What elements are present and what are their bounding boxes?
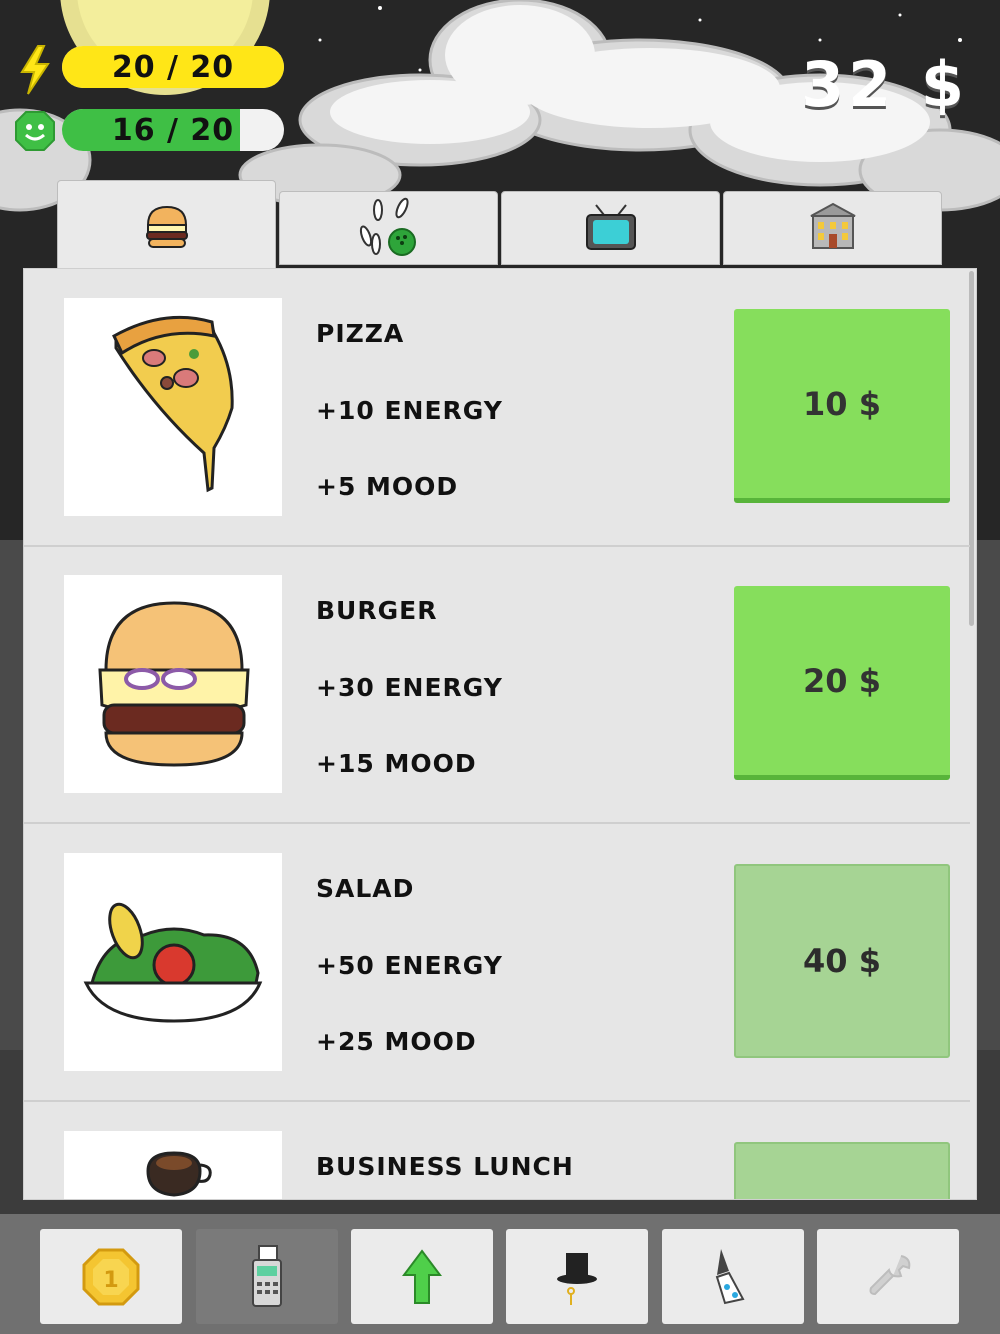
- payment-terminal-icon: [252, 1244, 282, 1307]
- item-image: [64, 1131, 282, 1199]
- item-mood: +5 MOOD: [316, 472, 459, 501]
- svg-text:1: 1: [103, 1268, 118, 1293]
- burger-icon: [98, 601, 250, 767]
- item-mood: +15 MOOD: [316, 749, 477, 778]
- list-item: SALAD +50 ENERGY +25 MOOD 40 $: [24, 824, 970, 1102]
- top-hat-icon: [557, 1252, 597, 1305]
- tab-property[interactable]: [723, 191, 942, 265]
- nav-style[interactable]: [506, 1229, 648, 1324]
- buy-button-business-lunch[interactable]: [734, 1142, 950, 1199]
- nav-shop[interactable]: [196, 1229, 338, 1324]
- mood-bar: 16 / 20: [62, 109, 284, 151]
- item-image: [64, 298, 282, 516]
- bank-icon: [810, 202, 855, 249]
- item-name: BUSINESS LUNCH: [316, 1152, 574, 1181]
- tv-icon: [585, 204, 636, 250]
- coffee-icon: [146, 1151, 212, 1197]
- energy-bar: 20 / 20: [62, 46, 284, 88]
- energy-icon: [18, 44, 52, 96]
- buy-button-burger[interactable]: 20 $: [734, 586, 950, 780]
- nav-settings[interactable]: [817, 1229, 959, 1324]
- wrench-icon: [869, 1254, 911, 1295]
- energy-value: 20 / 20: [111, 49, 235, 85]
- item-name: PIZZA: [316, 319, 405, 348]
- salad-icon: [83, 902, 263, 1023]
- item-name: BURGER: [316, 596, 438, 625]
- mood-icon: [14, 110, 56, 152]
- item-image: [64, 853, 282, 1071]
- item-energy: +30 ENERGY: [316, 673, 503, 702]
- nav-party[interactable]: [662, 1229, 804, 1324]
- list-item: PIZZA +10 ENERGY +5 MOOD 10 $: [24, 269, 970, 547]
- mood-value: 16 / 20: [111, 112, 235, 148]
- party-hat-icon: [715, 1248, 745, 1304]
- money-counter: 32 $: [800, 48, 968, 121]
- item-mood: +25 MOOD: [316, 1027, 477, 1056]
- burger-icon: [145, 205, 188, 248]
- tab-entertainment[interactable]: [279, 191, 498, 265]
- nav-upgrades[interactable]: [351, 1229, 493, 1324]
- shop-list[interactable]: PIZZA +10 ENERGY +5 MOOD 10 $ BURGER +30…: [23, 268, 977, 1200]
- tab-media[interactable]: [501, 191, 720, 265]
- coin-icon: 1: [82, 1248, 140, 1305]
- pizza-icon: [112, 315, 234, 493]
- buy-button-salad[interactable]: 40 $: [734, 864, 950, 1058]
- item-energy: +50 ENERGY: [316, 951, 503, 980]
- list-item: BUSINESS LUNCH: [24, 1102, 970, 1199]
- item-name: SALAD: [316, 874, 415, 903]
- item-image: [64, 575, 282, 793]
- bowling-icon: [359, 197, 416, 256]
- buy-button-pizza[interactable]: 10 $: [734, 309, 950, 503]
- tab-food[interactable]: [57, 180, 276, 272]
- nav-coins[interactable]: 1: [40, 1229, 182, 1324]
- arrow-up-icon: [402, 1248, 442, 1304]
- list-item: BURGER +30 ENERGY +15 MOOD 20 $: [24, 546, 970, 824]
- item-energy: +10 ENERGY: [316, 396, 503, 425]
